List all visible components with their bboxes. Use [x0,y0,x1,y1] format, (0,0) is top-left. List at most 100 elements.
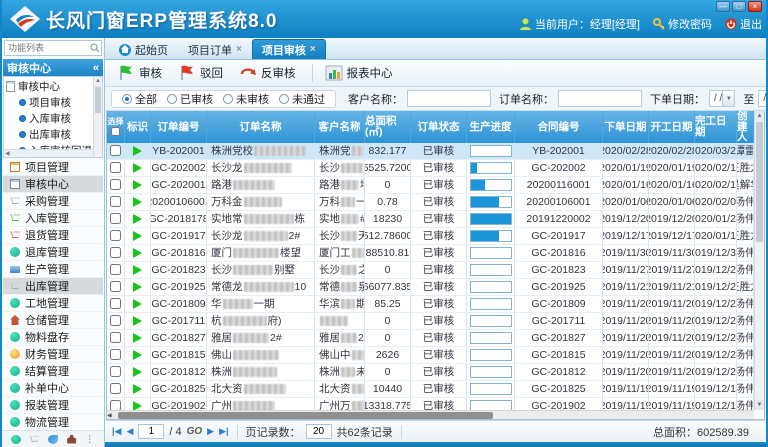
sidebar-item-7[interactable]: 出库管理 [3,278,103,295]
grid-horizontal-scrollbar[interactable]: ◀ [107,410,754,419]
grid-vertical-scrollbar[interactable]: ▲▼ [754,111,764,410]
sidebar-item-14[interactable]: 报装管理 [3,397,103,414]
radio-status-3[interactable]: 未通过 [279,91,325,107]
chart-button[interactable]: 报表中心 [321,62,401,84]
table-row[interactable]: YB-202001 株洲党校 株洲党.. 832.177 已审核 YB-2020… [107,143,754,160]
col-header-0[interactable]: 选择 [107,111,125,143]
row-checkbox[interactable] [110,349,121,360]
function-search-input[interactable] [4,40,102,56]
minimize-button[interactable]: — [716,1,730,12]
sidebar-item-9[interactable]: 仓储管理 [3,312,103,329]
row-checkbox[interactable] [110,383,121,394]
change-password-button[interactable]: 修改密码 [653,16,712,32]
row-checkbox[interactable] [110,145,121,156]
sidebar-item-5[interactable]: 退库管理 [3,244,103,261]
page-size-input[interactable] [306,424,332,439]
order-name-input[interactable] [558,90,642,107]
row-checkbox[interactable] [110,230,121,241]
logout-button[interactable]: 退出 [725,16,762,32]
tree-vertical-scrollbar[interactable]: ▲ [93,77,102,157]
table-row[interactable]: GC-201917 长沙龙2# 长沙天.. 8512.78600.. 已审核 G… [107,228,754,245]
close-tab-icon[interactable]: × [236,44,242,55]
person-icon[interactable] [67,435,77,444]
sidebar-item-0[interactable]: 项目管理 [3,159,103,176]
row-checkbox[interactable] [110,247,121,258]
row-checkbox[interactable] [110,366,121,377]
sidebar-item-8[interactable]: 工地管理 [3,295,103,312]
row-checkbox[interactable] [110,196,121,207]
sidebar-item-4[interactable]: 退货管理 [3,227,103,244]
col-header-8[interactable]: 合同编号 [515,111,603,143]
table-row[interactable]: 20200106001 万科金 万科一期 0.78 已审核 2020010600… [107,194,754,211]
table-row[interactable]: GC-201925 常德龙10 常德泉.. 266077.835.. 已审核 G… [107,279,754,296]
table-row[interactable]: GC-201902 广州 广州万森林 13318.775 已审核 GC-2019… [107,398,754,411]
col-header-12[interactable]: 创建人 [737,111,754,143]
row-checkbox[interactable] [110,179,121,190]
row-checkbox[interactable] [110,298,121,309]
flaggreen-button[interactable]: 审核 [113,62,170,84]
sidebar-item-3[interactable]: 入库管理 [3,210,103,227]
row-checkbox[interactable] [110,332,121,343]
maximize-button[interactable]: □ [732,1,746,12]
sidebar-item-12[interactable]: 结算管理 [3,363,103,380]
cart-icon[interactable] [29,435,39,444]
radio-status-0[interactable]: 全部 [122,91,157,107]
radio-status-2[interactable]: 未审核 [223,91,269,107]
col-header-5[interactable]: 总面积(㎡) [365,111,411,143]
order-date-from-input[interactable]: / /▼ [709,90,735,107]
swoosh-icon[interactable] [48,435,58,444]
sidebar-item-10[interactable]: 物料盘存 [3,329,103,346]
row-checkbox[interactable] [110,264,121,275]
table-row[interactable]: GC-201816 厦门楼望 厦门工楼望 188510.818 已审核 GC-2… [107,245,754,262]
tree-horizontal-scrollbar[interactable]: ◀ [4,149,93,157]
row-checkbox[interactable] [110,400,121,410]
col-header-4[interactable]: 客户名称 [315,111,365,143]
col-header-11[interactable]: 完工日期 [695,111,737,143]
sidebar-item-13[interactable]: 补单中心 [3,380,103,397]
col-header-1[interactable]: 标识 [125,111,151,143]
row-checkbox[interactable] [110,281,121,292]
col-header-9[interactable]: 下单日期 [603,111,649,143]
tree-item-0[interactable]: 项目审核 [6,94,92,110]
sidebar-item-2[interactable]: 采购管理 [3,193,103,210]
order-date-to-input[interactable]: / /▼ [758,90,766,107]
sidebar-item-6[interactable]: 生产管理 [3,261,103,278]
tab-home[interactable]: 起始页 [109,39,178,59]
row-checkbox[interactable] [110,213,121,224]
col-header-7[interactable]: 生产进度 [467,111,515,143]
page-number-input[interactable] [138,424,164,439]
table-row[interactable]: GC-201815 佛山 佛山中货库 2626 已审核 GC-201815 20… [107,347,754,364]
collapse-icon[interactable]: « [93,62,99,74]
table-row[interactable]: GC-201827 雅居2# 雅居2# 0 已审核 GC-201827 2019… [107,330,754,347]
sidebar-item-11[interactable]: 财务管理 [3,346,103,363]
col-header-3[interactable]: 订单名称 [207,111,315,143]
col-header-6[interactable]: 订单状态 [411,111,467,143]
table-row[interactable]: GC-201711 杭府) 0 已审核 GC-201711 2019/11/20… [107,313,754,330]
prev-page-button[interactable]: ◀ [126,426,133,437]
tree-root-audit-center[interactable]: 审核中心 [6,78,92,94]
table-row[interactable]: GC-2018178 实地常栋 实地#.. 18230 已审核 20191220… [107,211,754,228]
sidebar-item-15[interactable]: 物流管理 [3,414,103,430]
row-checkbox[interactable] [110,162,121,173]
first-page-button[interactable]: |◀ [112,426,121,437]
row-checkbox[interactable] [110,315,121,326]
table-row[interactable]: GC-202001 路港 路港墙 0 已审核 20200116001 2020/… [107,177,754,194]
next-page-button[interactable]: ▶ [207,426,214,437]
table-row[interactable]: GC-201823 长沙别墅 长沙之.. 0 已审核 GC-201823 201… [107,262,754,279]
table-row[interactable]: GC-201809 华一期 华滨期 85.25 已审核 GC-201809 20… [107,296,754,313]
tree-item-1[interactable]: 入库审核 [6,110,92,126]
undoarrow-button[interactable]: 反审核 [235,62,304,84]
close-button[interactable]: × [748,1,762,12]
tab-project-audit[interactable]: 项目审核× [252,39,326,59]
close-tab-icon[interactable]: × [310,44,316,55]
select-all-checkbox[interactable] [111,127,120,136]
tab-project-orders[interactable]: 项目订单× [178,39,252,59]
more-icon[interactable]: ⋮ [85,434,95,445]
go-button[interactable]: GO [187,426,203,437]
col-header-10[interactable]: 开工日期 [649,111,695,143]
tree-item-2[interactable]: 出库审核 [6,126,92,142]
dot-icon[interactable] [11,435,21,444]
col-header-2[interactable]: 订单编号 [151,111,207,143]
table-row[interactable]: GC-201825 北大资 北大资天.. 10440 已审核 GC-201825… [107,381,754,398]
last-page-button[interactable]: ▶| [219,426,228,437]
